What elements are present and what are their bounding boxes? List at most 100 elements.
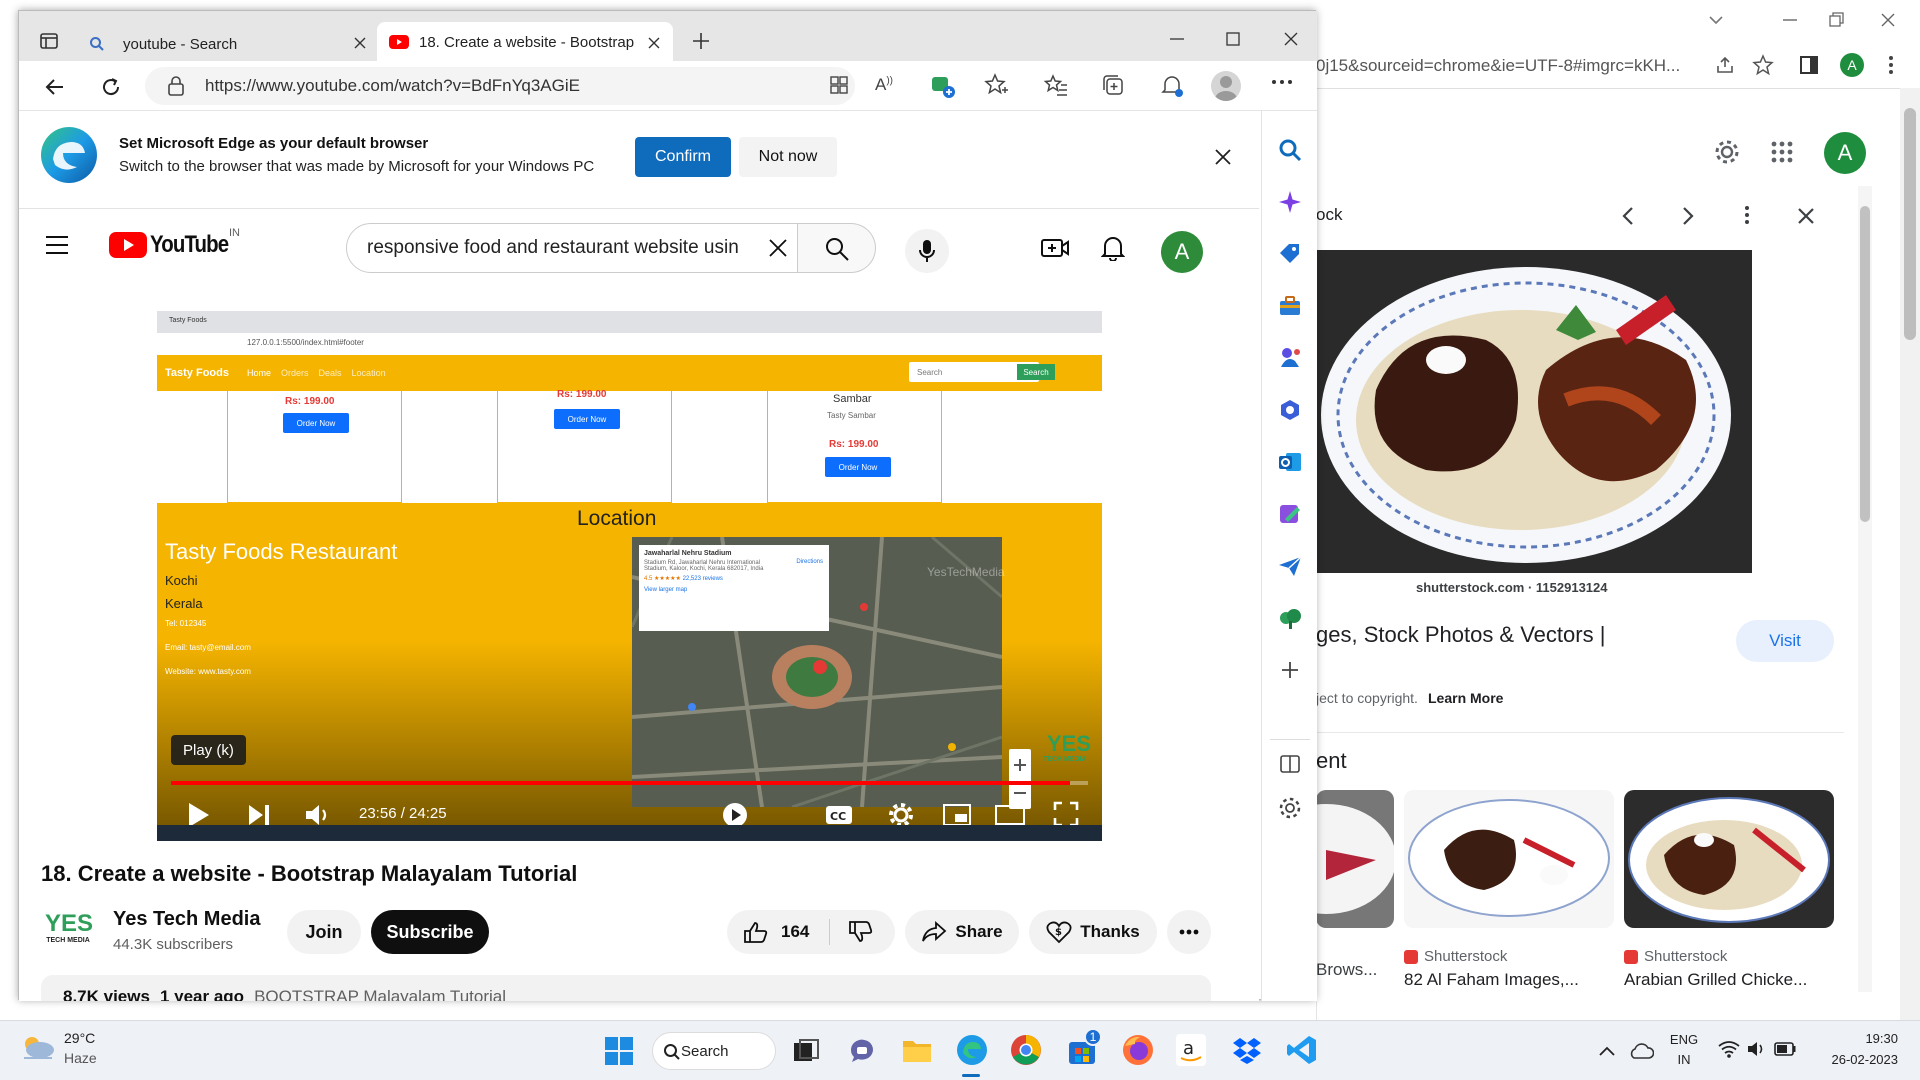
- related-thumb[interactable]: [1624, 790, 1834, 928]
- more-vert-icon[interactable]: [1744, 204, 1750, 226]
- teams-chat-icon[interactable]: [848, 1038, 876, 1064]
- send-icon[interactable]: [1277, 553, 1303, 579]
- wifi-icon[interactable]: [1718, 1040, 1740, 1058]
- bg-address-url[interactable]: 0j15&sourceid=chrome&ie=UTF-8#imgrc=kKH.…: [1316, 56, 1701, 76]
- share-button[interactable]: Share: [905, 910, 1019, 954]
- chicken-photo[interactable]: [1316, 250, 1752, 573]
- channel-logo[interactable]: YES TECH MEDIA: [45, 911, 93, 957]
- thanks-button[interactable]: $ Thanks: [1029, 910, 1157, 954]
- close-icon[interactable]: [1213, 147, 1233, 167]
- progress-bar[interactable]: [171, 781, 1088, 785]
- close-icon[interactable]: [1796, 206, 1816, 226]
- refresh-icon[interactable]: [99, 75, 123, 99]
- battery-icon[interactable]: [1774, 1042, 1796, 1056]
- clock-date[interactable]: 26-02-2023: [1818, 1052, 1899, 1067]
- panel-scrollbar[interactable]: [1858, 186, 1872, 992]
- maximize-icon[interactable]: [1223, 29, 1243, 49]
- visit-button[interactable]: Visit: [1736, 620, 1834, 662]
- designer-icon[interactable]: [1277, 501, 1303, 527]
- new-tab-icon[interactable]: [691, 31, 711, 51]
- edge-browser-icon[interactable]: [956, 1034, 988, 1066]
- search-button[interactable]: [798, 223, 876, 273]
- more-actions-button[interactable]: [1167, 910, 1211, 954]
- tab-youtube-search[interactable]: youtube - Search: [89, 25, 375, 63]
- extension-icon[interactable]: [929, 73, 955, 99]
- tab-actions-icon[interactable]: [39, 31, 59, 51]
- apps-grid-icon[interactable]: [1770, 140, 1794, 164]
- clock-time[interactable]: 19:30: [1818, 1031, 1898, 1046]
- like-count[interactable]: 164: [781, 922, 809, 942]
- create-video-icon[interactable]: [1041, 237, 1069, 259]
- onedrive-cloud-icon[interactable]: [1628, 1040, 1654, 1060]
- file-explorer-icon[interactable]: [902, 1036, 932, 1064]
- address-url[interactable]: https://www.youtube.com/watch?v=BdFnYq3A…: [205, 76, 580, 96]
- related-title[interactable]: Arabian Grilled Chicke...: [1624, 970, 1807, 990]
- related-thumb[interactable]: [1316, 790, 1394, 928]
- bell-icon[interactable]: [1101, 235, 1125, 261]
- profile-avatar[interactable]: [1211, 71, 1241, 101]
- task-view-icon[interactable]: [792, 1038, 820, 1064]
- learn-more-link[interactable]: Learn More: [1428, 690, 1503, 706]
- google-account-avatar[interactable]: A: [1824, 132, 1866, 174]
- share-icon[interactable]: [1714, 54, 1736, 76]
- shopping-tag-icon[interactable]: [1277, 241, 1303, 267]
- captions-icon[interactable]: CC: [825, 805, 853, 825]
- taskbar-search[interactable]: Search: [652, 1032, 776, 1070]
- lock-icon[interactable]: [167, 75, 185, 97]
- not-now-button[interactable]: Not now: [739, 137, 837, 177]
- notifications-icon[interactable]: [1159, 73, 1185, 99]
- side-panel-icon[interactable]: [1800, 56, 1818, 74]
- volume-icon[interactable]: [1746, 1040, 1766, 1058]
- miniplayer-icon[interactable]: [943, 803, 973, 827]
- weather-haze-icon[interactable]: [20, 1032, 56, 1062]
- bg-scrollbar[interactable]: [1900, 88, 1920, 1020]
- apps-icon[interactable]: [829, 75, 849, 95]
- weather-temp[interactable]: 29°C: [64, 1030, 95, 1046]
- settings-gear-icon[interactable]: [1713, 138, 1741, 166]
- fullscreen-icon[interactable]: [1053, 801, 1079, 827]
- vscode-icon[interactable]: [1286, 1034, 1318, 1066]
- input-language[interactable]: ENG: [1668, 1032, 1700, 1047]
- microsoft365-icon[interactable]: [1277, 397, 1303, 423]
- input-region[interactable]: IN: [1668, 1052, 1700, 1067]
- hamburger-menu-icon[interactable]: [45, 235, 69, 255]
- minimize-icon[interactable]: [1167, 29, 1187, 49]
- tools-briefcase-icon[interactable]: [1277, 293, 1303, 319]
- chevron-down-icon[interactable]: [1708, 12, 1724, 28]
- dropbox-icon[interactable]: [1232, 1036, 1262, 1064]
- image-title[interactable]: ges, Stock Photos & Vectors |: [1316, 622, 1605, 648]
- channel-name[interactable]: Yes Tech Media: [113, 908, 260, 931]
- subscribe-button[interactable]: Subscribe: [371, 910, 489, 954]
- chevron-left-icon[interactable]: [1618, 204, 1638, 228]
- related-title[interactable]: 82 Al Faham Images,...: [1404, 970, 1579, 990]
- restore-icon[interactable]: [1826, 10, 1846, 30]
- clear-search-icon[interactable]: [767, 237, 789, 259]
- close-tab-icon[interactable]: [353, 36, 367, 50]
- add-icon[interactable]: [1277, 657, 1303, 683]
- bg-profile-avatar[interactable]: A: [1840, 53, 1864, 77]
- search-icon[interactable]: [1277, 137, 1303, 163]
- chevron-up-icon[interactable]: [1598, 1044, 1616, 1058]
- related-thumb[interactable]: [1404, 790, 1614, 928]
- dislike-icon[interactable]: [848, 920, 874, 944]
- back-arrow-icon[interactable]: [43, 75, 67, 99]
- close-icon[interactable]: [1878, 10, 1898, 30]
- search-input[interactable]: responsive food and restaurant website u…: [346, 223, 798, 273]
- description-tag[interactable]: BOOTSTRAP Malayalam Tutorial: [254, 987, 506, 1001]
- add-favorite-icon[interactable]: [983, 73, 1009, 99]
- confirm-button[interactable]: Confirm: [635, 137, 731, 177]
- games-icon[interactable]: [1277, 345, 1303, 371]
- split-screen-icon[interactable]: [1277, 751, 1303, 777]
- like-icon[interactable]: [743, 920, 769, 944]
- firefox-icon[interactable]: [1122, 1034, 1154, 1066]
- voice-search-button[interactable]: [905, 229, 949, 273]
- settings-gear-icon[interactable]: [1277, 795, 1303, 821]
- next-video-icon[interactable]: [247, 803, 271, 827]
- windows-start-icon[interactable]: [604, 1036, 634, 1066]
- tab-youtube-video[interactable]: 18. Create a website - Bootstrap: [377, 22, 673, 62]
- close-icon[interactable]: [1281, 29, 1301, 49]
- more-horizontal-icon[interactable]: [1271, 79, 1293, 85]
- chrome-icon[interactable]: [1010, 1034, 1042, 1066]
- copilot-sparkle-icon[interactable]: [1277, 189, 1303, 215]
- theater-mode-icon[interactable]: [995, 805, 1025, 825]
